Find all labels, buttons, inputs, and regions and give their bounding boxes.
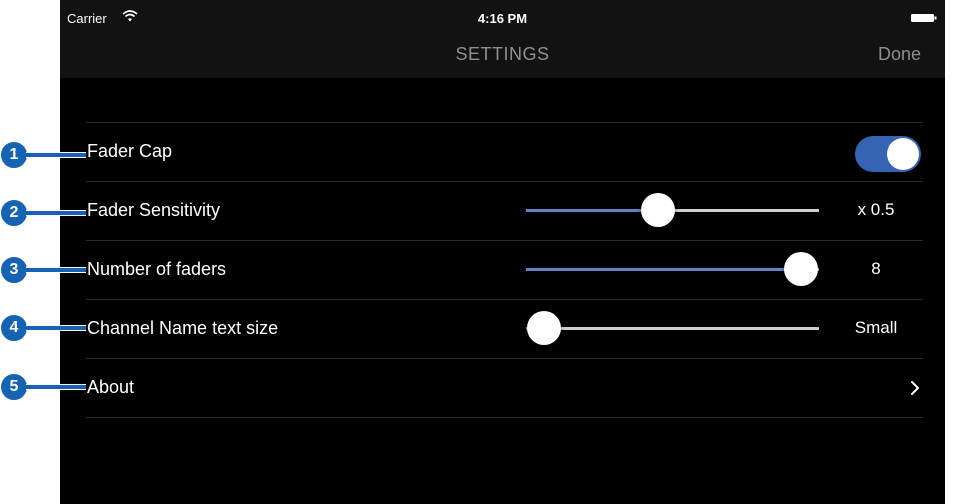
callout-1: 1 — [0, 141, 100, 169]
status-time: 4:16 PM — [477, 11, 528, 26]
number-of-faders-value: 8 — [871, 259, 881, 278]
slider-fill — [526, 268, 802, 271]
callout-leader-line — [26, 267, 86, 273]
navigation-bar: SETTINGS Done — [60, 38, 945, 78]
callout-badge: 3 — [0, 256, 28, 284]
callout-5: 5 — [0, 373, 100, 401]
callout-3: 3 — [0, 256, 100, 284]
channel-name-text-size-label: Channel Name text size — [87, 318, 279, 338]
done-button[interactable]: Done — [878, 44, 921, 65]
number-of-faders-label: Number of faders — [87, 259, 227, 279]
callout-4: 4 — [0, 314, 100, 342]
number-of-faders-slider[interactable] — [526, 252, 819, 286]
fader-sensitivity-label: Fader Sensitivity — [87, 200, 221, 220]
chevron-right-icon — [911, 381, 919, 395]
callout-badge: 5 — [0, 373, 28, 401]
callout-badge: 4 — [0, 314, 28, 342]
slider-thumb[interactable] — [526, 311, 561, 345]
callout-leader-line — [26, 325, 86, 331]
status-bar: Carrier 4:16 PM — [60, 0, 945, 38]
fader-sensitivity-slider[interactable] — [526, 193, 819, 227]
slider-fill — [526, 209, 658, 212]
slider-thumb[interactable] — [784, 252, 819, 286]
setting-row-fader-sensitivity: Fader Sensitivity x 0.5 — [86, 181, 923, 240]
settings-screen: Carrier 4:16 PM SETTINGS Done Fader Cap … — [60, 0, 945, 504]
page-title: SETTINGS — [455, 44, 550, 64]
callout-leader-line — [26, 384, 86, 390]
toggle-knob — [887, 138, 919, 170]
callout-leader-line — [26, 210, 86, 216]
fader-sensitivity-value: x 0.5 — [857, 200, 895, 219]
callout-2: 2 — [0, 199, 100, 227]
callout-badge: 2 — [0, 199, 28, 227]
setting-row-about[interactable]: About — [86, 358, 923, 418]
setting-row-number-of-faders: Number of faders 8 — [86, 240, 923, 299]
setting-row-channel-name-text-size: Channel Name text size Small — [86, 299, 923, 358]
channel-name-text-size-value: Small — [854, 318, 898, 337]
setting-row-fader-cap: Fader Cap — [86, 122, 923, 181]
slider-thumb[interactable] — [640, 193, 675, 227]
channel-name-text-size-slider[interactable] — [526, 311, 819, 345]
callout-badge: 1 — [0, 141, 28, 169]
callout-leader-line — [26, 152, 86, 158]
battery-icon — [911, 14, 937, 22]
fader-cap-toggle[interactable] — [855, 136, 921, 172]
